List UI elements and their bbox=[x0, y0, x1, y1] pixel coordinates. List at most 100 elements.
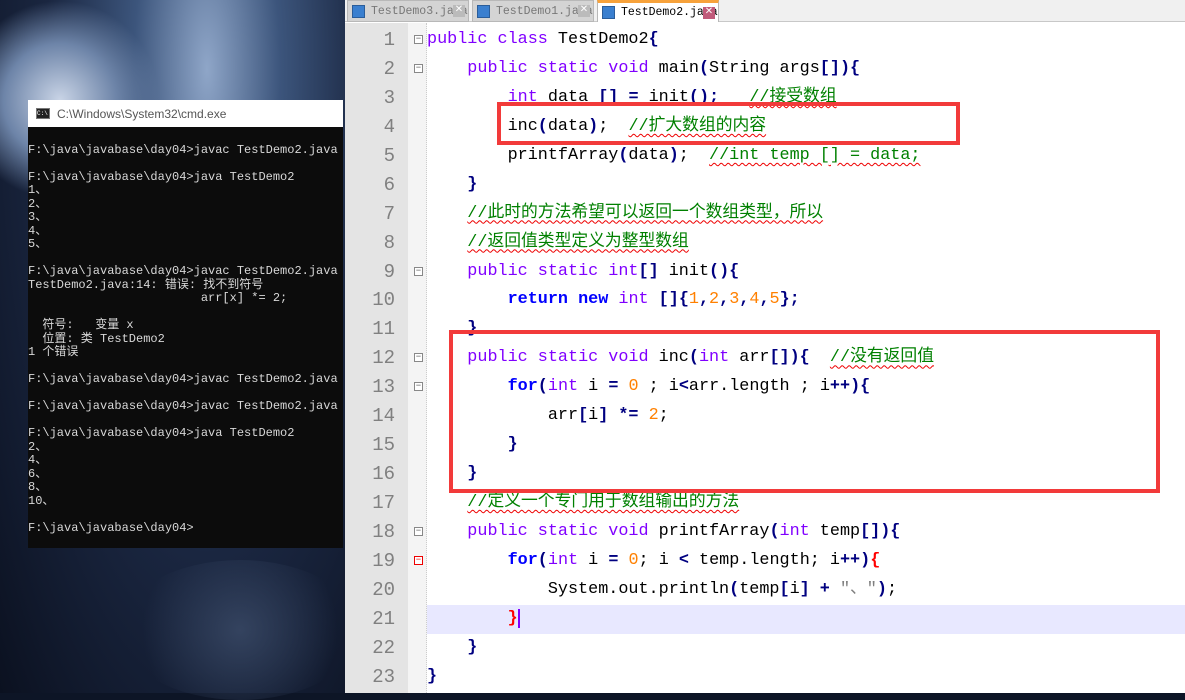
code-line[interactable]: 22 } bbox=[345, 634, 1185, 663]
code-token: temp.length; i bbox=[688, 550, 840, 570]
code-token: { bbox=[870, 550, 881, 570]
tab-testdemo1-java[interactable]: TestDemo1.java ✕ bbox=[472, 0, 594, 22]
code-line[interactable]: 17 //定义一个专门用于数组输出的方法 bbox=[345, 489, 1185, 518]
fold-toggle-icon[interactable]: − bbox=[414, 35, 423, 44]
cmd-line bbox=[28, 306, 343, 320]
cmd-line: 2、 bbox=[28, 196, 48, 211]
line-number: 22 bbox=[372, 636, 395, 659]
code-token: , bbox=[739, 290, 750, 310]
save-file-icon bbox=[602, 6, 615, 19]
code-line[interactable]: 9 − public static int[] init(){ bbox=[345, 258, 1185, 287]
code-line[interactable]: 7 //此时的方法希望可以返回一个数组类型，所以 bbox=[345, 200, 1185, 229]
code-line[interactable]: 6 } bbox=[345, 171, 1185, 200]
line-number: 1 bbox=[383, 29, 395, 51]
line-number: 18 bbox=[372, 520, 395, 543]
code-editor[interactable]: TestDemo3.java ✕ TestDemo1.java ✕ TestDemo2.… bbox=[345, 0, 1185, 693]
code-token: for bbox=[507, 550, 538, 570]
code-token: , bbox=[698, 290, 710, 310]
code-token: ( bbox=[618, 145, 629, 165]
code-text: for(int i = 0; i < temp.length; i++){ bbox=[427, 547, 1185, 576]
code-token: public static void bbox=[467, 58, 649, 78]
line-number: 5 bbox=[383, 144, 395, 167]
line-number: 3 bbox=[383, 86, 395, 109]
code-token: 4 bbox=[749, 290, 760, 310]
code-line[interactable]: 10 return new int []{1,2,3,4,5}; bbox=[345, 286, 1185, 315]
code-text: } bbox=[427, 663, 1185, 692]
fold-toggle-icon[interactable]: − bbox=[414, 555, 423, 565]
code-token: i bbox=[578, 550, 609, 570]
code-text: return new int []{1,2,3,4,5}; bbox=[427, 286, 1185, 315]
fold-toggle-icon[interactable]: − bbox=[414, 63, 423, 73]
code-line[interactable]: 5 printfArray(data); //int temp [] = dat… bbox=[345, 142, 1185, 171]
code-line[interactable]: 8 //返回值类型定义为整型数组 bbox=[345, 229, 1185, 258]
cmd-line: 2、 bbox=[28, 439, 48, 454]
code-token: //int temp [] = data; bbox=[709, 145, 921, 165]
code-token: ++) bbox=[839, 550, 871, 570]
code-line[interactable]: 1 − public class TestDemo2{ bbox=[345, 26, 1185, 55]
line-number: 6 bbox=[383, 173, 395, 196]
code-line[interactable]: 23} bbox=[345, 663, 1185, 692]
code-text: //返回值类型定义为整型数组 bbox=[427, 229, 1185, 258]
code-token: public static void bbox=[467, 521, 649, 541]
code-token: ) bbox=[876, 579, 887, 599]
cmd-title-bar[interactable]: C:\ C:\Windows\System32\cmd.exe bbox=[28, 100, 343, 127]
code-token: temp bbox=[809, 521, 861, 541]
code-line[interactable]: 2 − public static void main(String args[]… bbox=[345, 55, 1185, 84]
code-token: = bbox=[608, 550, 619, 570]
code-text: } bbox=[427, 604, 1185, 634]
code-text: public class TestDemo2{ bbox=[427, 26, 1185, 55]
cmd-line: 5、 bbox=[28, 237, 48, 251]
code-token: 2 bbox=[709, 290, 720, 310]
code-token: []{ bbox=[658, 290, 689, 310]
code-token: System.out.println bbox=[427, 579, 730, 599]
code-token: (){ bbox=[709, 261, 740, 281]
close-tab-icon[interactable]: ✕ bbox=[453, 5, 465, 17]
code-token: i bbox=[789, 579, 800, 599]
code-line[interactable]: 18 − public static void printfArray(int t… bbox=[345, 518, 1185, 547]
fold-toggle-icon[interactable]: − bbox=[414, 266, 423, 276]
code-token: "、" bbox=[839, 579, 877, 599]
cmd-line: F:\java\javabase\day04>javac TestDemo2.j… bbox=[28, 264, 338, 278]
code-token: //此时的方法希望可以返回一个数组类型，所以 bbox=[467, 203, 824, 223]
code-text: //定义一个专门用于数组输出的方法 bbox=[427, 489, 1185, 518]
code-text: public static void main(String args[]){ bbox=[427, 55, 1185, 84]
save-file-icon bbox=[477, 4, 490, 18]
code-text: printfArray(data); //int temp [] = data; bbox=[427, 142, 1185, 171]
line-number: 7 bbox=[383, 202, 395, 225]
save-file-icon bbox=[352, 4, 365, 18]
code-token: main bbox=[648, 58, 699, 78]
code-token: ) bbox=[668, 145, 679, 165]
code-line[interactable]: 21 } bbox=[345, 604, 1185, 634]
close-tab-icon[interactable]: ✕ bbox=[578, 5, 590, 17]
cmd-icon: C:\ bbox=[36, 108, 50, 119]
fold-toggle-icon[interactable]: − bbox=[414, 382, 423, 392]
cmd-line bbox=[28, 414, 343, 428]
code-line[interactable]: 19 − for(int i = 0; i < temp.length; i++)… bbox=[345, 547, 1185, 576]
code-token: //返回值类型定义为整型数组 bbox=[467, 232, 689, 252]
fold-toggle-icon[interactable]: − bbox=[414, 526, 423, 536]
cmd-line: 8、 bbox=[28, 480, 48, 494]
code-token: 3 bbox=[729, 290, 740, 310]
code-line[interactable]: 20 System.out.println(temp[i] + "、"); bbox=[345, 576, 1185, 605]
code-token: { bbox=[648, 30, 659, 49]
code-text: //此时的方法希望可以返回一个数组类型，所以 bbox=[427, 200, 1185, 229]
code-token: } bbox=[427, 666, 438, 686]
cmd-window[interactable]: C:\ C:\Windows\System32\cmd.exe F:\java\… bbox=[28, 100, 343, 548]
code-token: ( bbox=[729, 579, 740, 599]
tab-testdemo3-java[interactable]: TestDemo3.java ✕ bbox=[347, 0, 469, 22]
fold-toggle-icon[interactable]: − bbox=[414, 353, 423, 363]
cmd-line: 3、 bbox=[28, 210, 48, 224]
line-number: 8 bbox=[383, 231, 395, 254]
close-tab-icon[interactable]: ✕ bbox=[703, 7, 715, 19]
code-token: }; bbox=[779, 290, 800, 310]
code-text: } bbox=[427, 171, 1185, 200]
code-token: printfArray bbox=[648, 521, 770, 541]
tab-testdemo2-java[interactable]: TestDemo2.java ✕ bbox=[597, 0, 719, 22]
code-token: int bbox=[618, 290, 649, 310]
